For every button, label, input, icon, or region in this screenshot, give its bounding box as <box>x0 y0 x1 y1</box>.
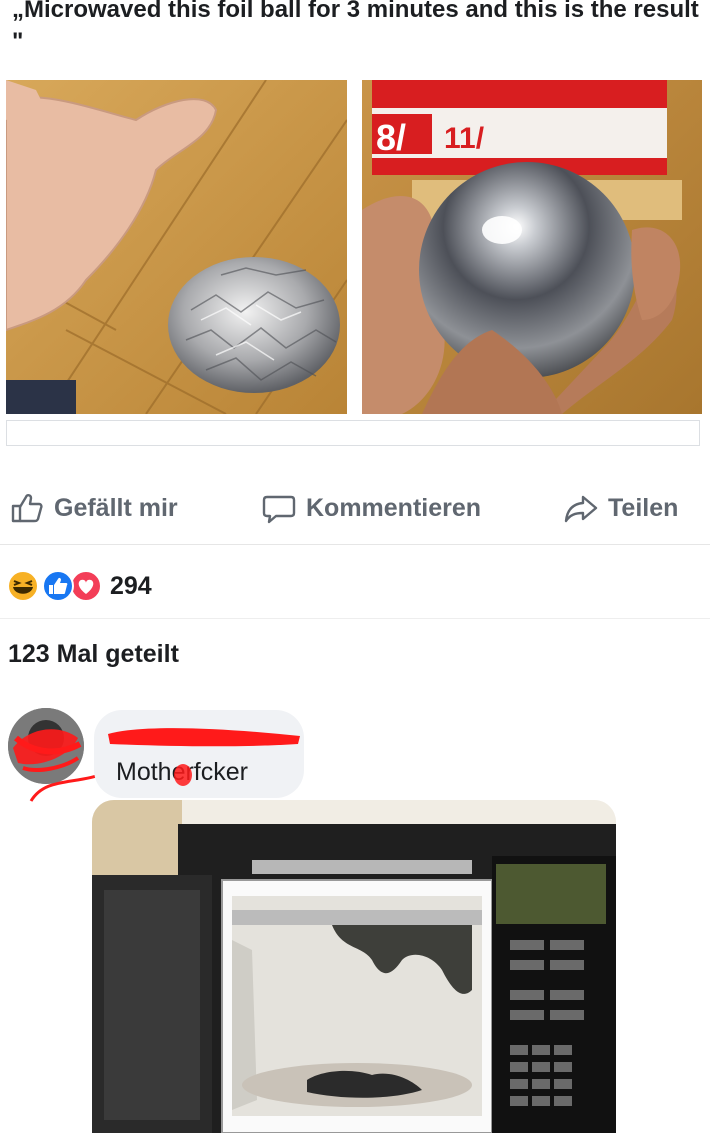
post-action-bar: Gefällt mir Kommentieren Teilen <box>0 472 710 545</box>
svg-text:8/: 8/ <box>376 117 406 158</box>
share-label: Teilen <box>608 493 679 522</box>
share-icon <box>564 491 598 525</box>
share-button[interactable]: Teilen <box>564 490 678 526</box>
link-preview-bar[interactable] <box>6 420 700 446</box>
redaction-mark <box>174 764 192 786</box>
thumbs-up-icon <box>10 491 44 525</box>
reaction-icons <box>7 570 102 602</box>
foil-ball-photo[interactable] <box>6 80 347 414</box>
reaction-count: 294 <box>110 571 152 600</box>
burnt-microwave-photo[interactable] <box>92 800 616 1133</box>
comment-button[interactable]: Kommentieren <box>262 490 481 526</box>
share-count[interactable]: 123 Mal geteilt <box>8 640 179 669</box>
love-icon <box>70 570 102 602</box>
haha-icon <box>7 570 39 602</box>
like-icon <box>42 570 74 602</box>
comment-icon <box>262 491 296 525</box>
metal-sphere-photo[interactable]: 8/ 11/ <box>362 80 702 414</box>
like-button[interactable]: Gefällt mir <box>10 490 178 526</box>
divider <box>0 618 710 619</box>
post-caption: „Microwaved this foil ball for 3 minutes… <box>12 0 699 55</box>
reactions-summary[interactable]: 294 <box>6 566 152 606</box>
like-label: Gefällt mir <box>54 493 178 522</box>
redacted-name <box>108 728 300 747</box>
comment: Motherfcker <box>6 706 710 806</box>
comment-bubble[interactable]: Motherfcker <box>94 710 304 798</box>
comment-label: Kommentieren <box>306 493 482 522</box>
svg-text:11/: 11/ <box>444 122 485 155</box>
post-photos[interactable]: 8/ 11/ <box>6 80 702 416</box>
